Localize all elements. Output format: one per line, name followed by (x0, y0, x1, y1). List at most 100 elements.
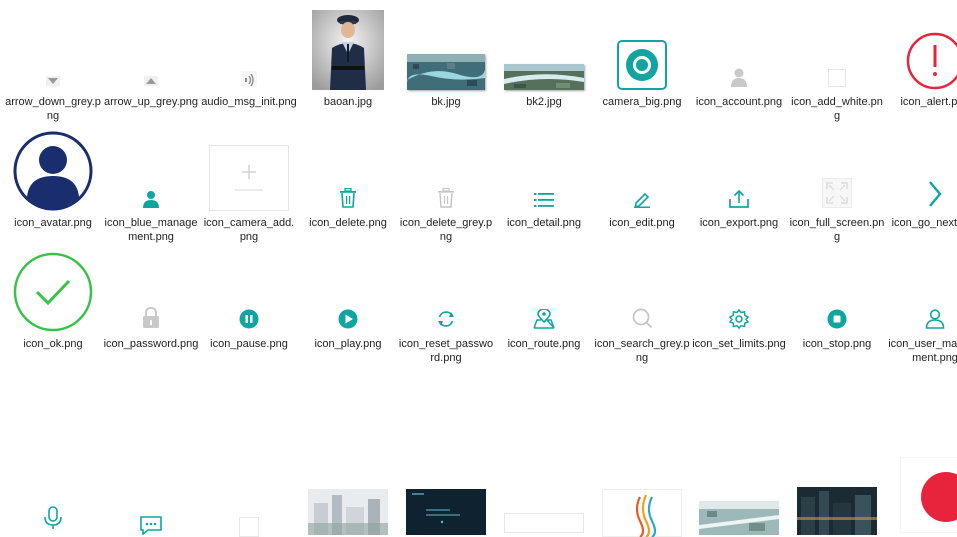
aerial-river-photo (504, 64, 584, 90)
file-name: icon_avatar.png (14, 217, 92, 229)
file-name: icon_export.png (699, 217, 779, 229)
file-name: icon_delete_grey.png (399, 217, 493, 243)
file-name: icon_ok.png (23, 338, 83, 350)
blue-management-icon (143, 191, 159, 208)
file-name: icon_reset_password.png (398, 338, 494, 364)
file-name: icon_set_limits.png (692, 338, 786, 350)
user-management-icon (925, 309, 945, 329)
file-name: bk.jpg (431, 96, 461, 108)
delete-icon (340, 188, 356, 208)
file-item[interactable] (789, 369, 885, 535)
microphone-icon (44, 506, 62, 529)
arrow-up-grey-icon (144, 76, 158, 86)
file-name: icon_pause.png (210, 338, 288, 350)
file-item[interactable]: icon_export.png (691, 127, 787, 230)
camera-add-icon (209, 145, 289, 211)
file-item[interactable]: icon_play.png (300, 248, 396, 351)
file-item[interactable] (887, 369, 957, 533)
file-item[interactable] (103, 369, 199, 535)
file-name: icon_play.png (314, 338, 382, 350)
file-item[interactable]: icon_password.png (103, 248, 199, 351)
file-item[interactable]: icon_account.png (691, 6, 787, 109)
file-item[interactable]: icon_set_limits.png (691, 248, 787, 351)
file-item[interactable] (496, 369, 592, 533)
file-item[interactable]: icon_add_white.png (789, 6, 885, 123)
file-name: icon_go_next.png (891, 217, 957, 229)
file-name: icon_add_white.png (791, 96, 883, 122)
file-item[interactable] (5, 369, 101, 529)
chat-icon (140, 516, 162, 535)
file-name: icon_route.png (507, 338, 581, 350)
route-icon (533, 309, 555, 329)
add-white-icon (828, 69, 846, 87)
aerial-city-photo (407, 54, 485, 90)
account-icon (731, 68, 747, 87)
file-name: icon_search_grey.png (594, 338, 690, 364)
file-item[interactable]: icon_avatar.png (5, 127, 101, 230)
file-item[interactable]: icon_search_grey.png (594, 248, 690, 365)
file-item[interactable] (201, 369, 297, 537)
file-name: icon_edit.png (609, 217, 675, 229)
file-item[interactable]: icon_delete.png (300, 127, 396, 230)
file-name: audio_msg_init.png (201, 96, 297, 108)
search-grey-icon (632, 308, 653, 329)
city-model-photo (308, 489, 388, 535)
file-item[interactable]: icon_go_next.png (887, 127, 957, 230)
file-item[interactable]: arrow_down_grey.png (5, 6, 101, 123)
file-name: icon_user_management.png (888, 338, 957, 364)
ok-icon (13, 252, 93, 332)
detail-icon (534, 193, 554, 207)
file-name: icon_delete.png (309, 217, 387, 229)
file-name: icon_alert.png (900, 96, 957, 108)
file-item[interactable]: bk.jpg (398, 6, 494, 109)
file-name: icon_blue_management.png (104, 217, 198, 243)
file-name: icon_detail.png (506, 217, 581, 229)
blank-thumbnail (504, 513, 584, 533)
file-name: icon_stop.png (802, 338, 872, 350)
file-item[interactable]: icon_camera_add.png (201, 127, 297, 244)
blank-thumbnail (239, 517, 259, 537)
reset-password-icon (438, 311, 454, 327)
city-night-photo (797, 487, 877, 535)
file-item[interactable]: camera_big.png (594, 6, 690, 109)
camera-big-icon (617, 40, 667, 90)
file-item[interactable]: baoan.jpg (300, 6, 396, 109)
file-item[interactable]: icon_full_screen.png (789, 127, 885, 244)
file-item[interactable]: icon_user_management.png (887, 248, 957, 365)
delete-grey-icon (438, 188, 454, 208)
audio-msg-icon (241, 71, 257, 87)
set-limits-icon (729, 309, 749, 329)
export-icon (729, 190, 749, 208)
file-item[interactable]: icon_blue_management.png (103, 127, 199, 244)
file-name: icon_account.png (695, 96, 783, 108)
stop-icon (827, 309, 847, 329)
file-item[interactable] (594, 369, 690, 537)
file-item[interactable]: icon_detail.png (496, 127, 592, 230)
file-item[interactable]: icon_delete_grey.png (398, 127, 494, 244)
file-item[interactable]: icon_route.png (496, 248, 592, 351)
file-item[interactable] (691, 369, 787, 535)
pause-icon (239, 309, 259, 329)
file-item[interactable]: icon_alert.png (887, 6, 957, 109)
wave-logo-icon (602, 489, 682, 537)
file-item[interactable]: icon_ok.png (5, 248, 101, 351)
file-item[interactable]: icon_reset_password.png (398, 248, 494, 365)
file-item[interactable] (398, 369, 494, 535)
password-icon (143, 307, 159, 328)
aerial-bridge-photo (699, 501, 779, 535)
file-name: arrow_up_grey.png (104, 96, 198, 108)
file-name: bk2.jpg (526, 96, 562, 108)
file-item[interactable]: arrow_up_grey.png (103, 6, 199, 109)
file-item[interactable]: bk2.jpg (496, 6, 592, 109)
file-item[interactable] (300, 369, 396, 535)
file-name: icon_password.png (103, 338, 199, 350)
file-item[interactable]: icon_edit.png (594, 127, 690, 230)
file-item[interactable]: icon_pause.png (201, 248, 297, 351)
file-name: camera_big.png (602, 96, 682, 108)
alert-icon (906, 32, 957, 90)
edit-icon (634, 192, 650, 208)
dark-dashboard-thumbnail (406, 489, 486, 535)
file-item[interactable]: audio_msg_init.png (201, 6, 297, 109)
avatar-icon (13, 131, 93, 211)
file-item[interactable]: icon_stop.png (789, 248, 885, 351)
